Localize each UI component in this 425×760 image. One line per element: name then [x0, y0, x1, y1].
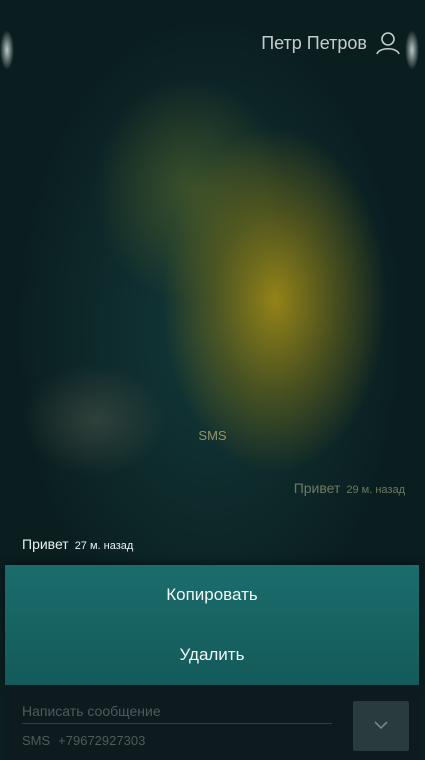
person-icon[interactable]: [375, 30, 401, 56]
channel-label: SMS: [198, 428, 227, 443]
chevron-down-icon: [373, 717, 389, 735]
message-outgoing-selected[interactable]: Привет 27 м. назад: [22, 536, 133, 552]
sms-route-info[interactable]: SMS +79672927303: [22, 733, 145, 748]
message-text: Привет: [22, 536, 69, 552]
message-time: 29 м. назад: [346, 484, 405, 496]
chat-header: Петр Петров: [261, 30, 401, 56]
delete-button[interactable]: Удалить: [5, 625, 419, 685]
sms-channel-label: SMS: [22, 733, 51, 748]
message-time: 27 м. назад: [74, 540, 134, 552]
message-text: Привет: [293, 480, 341, 496]
message-composer: Написать сообщение SMS +79672927303: [5, 685, 419, 760]
message-input[interactable]: Написать сообщение: [22, 703, 332, 724]
message-context-menu: Копировать Удалить: [5, 565, 419, 685]
chat-screen: Петр Петров SMS Привет 29 м. назад Приве…: [0, 0, 425, 760]
copy-button[interactable]: Копировать: [5, 565, 419, 625]
send-button[interactable]: [353, 701, 409, 751]
contact-name[interactable]: Петр Петров: [261, 33, 367, 54]
left-edge-glow: [0, 30, 14, 70]
right-edge-glow: [405, 30, 419, 70]
message-incoming[interactable]: Привет 29 м. назад: [294, 480, 405, 496]
phone-number: +79672927303: [58, 733, 146, 748]
